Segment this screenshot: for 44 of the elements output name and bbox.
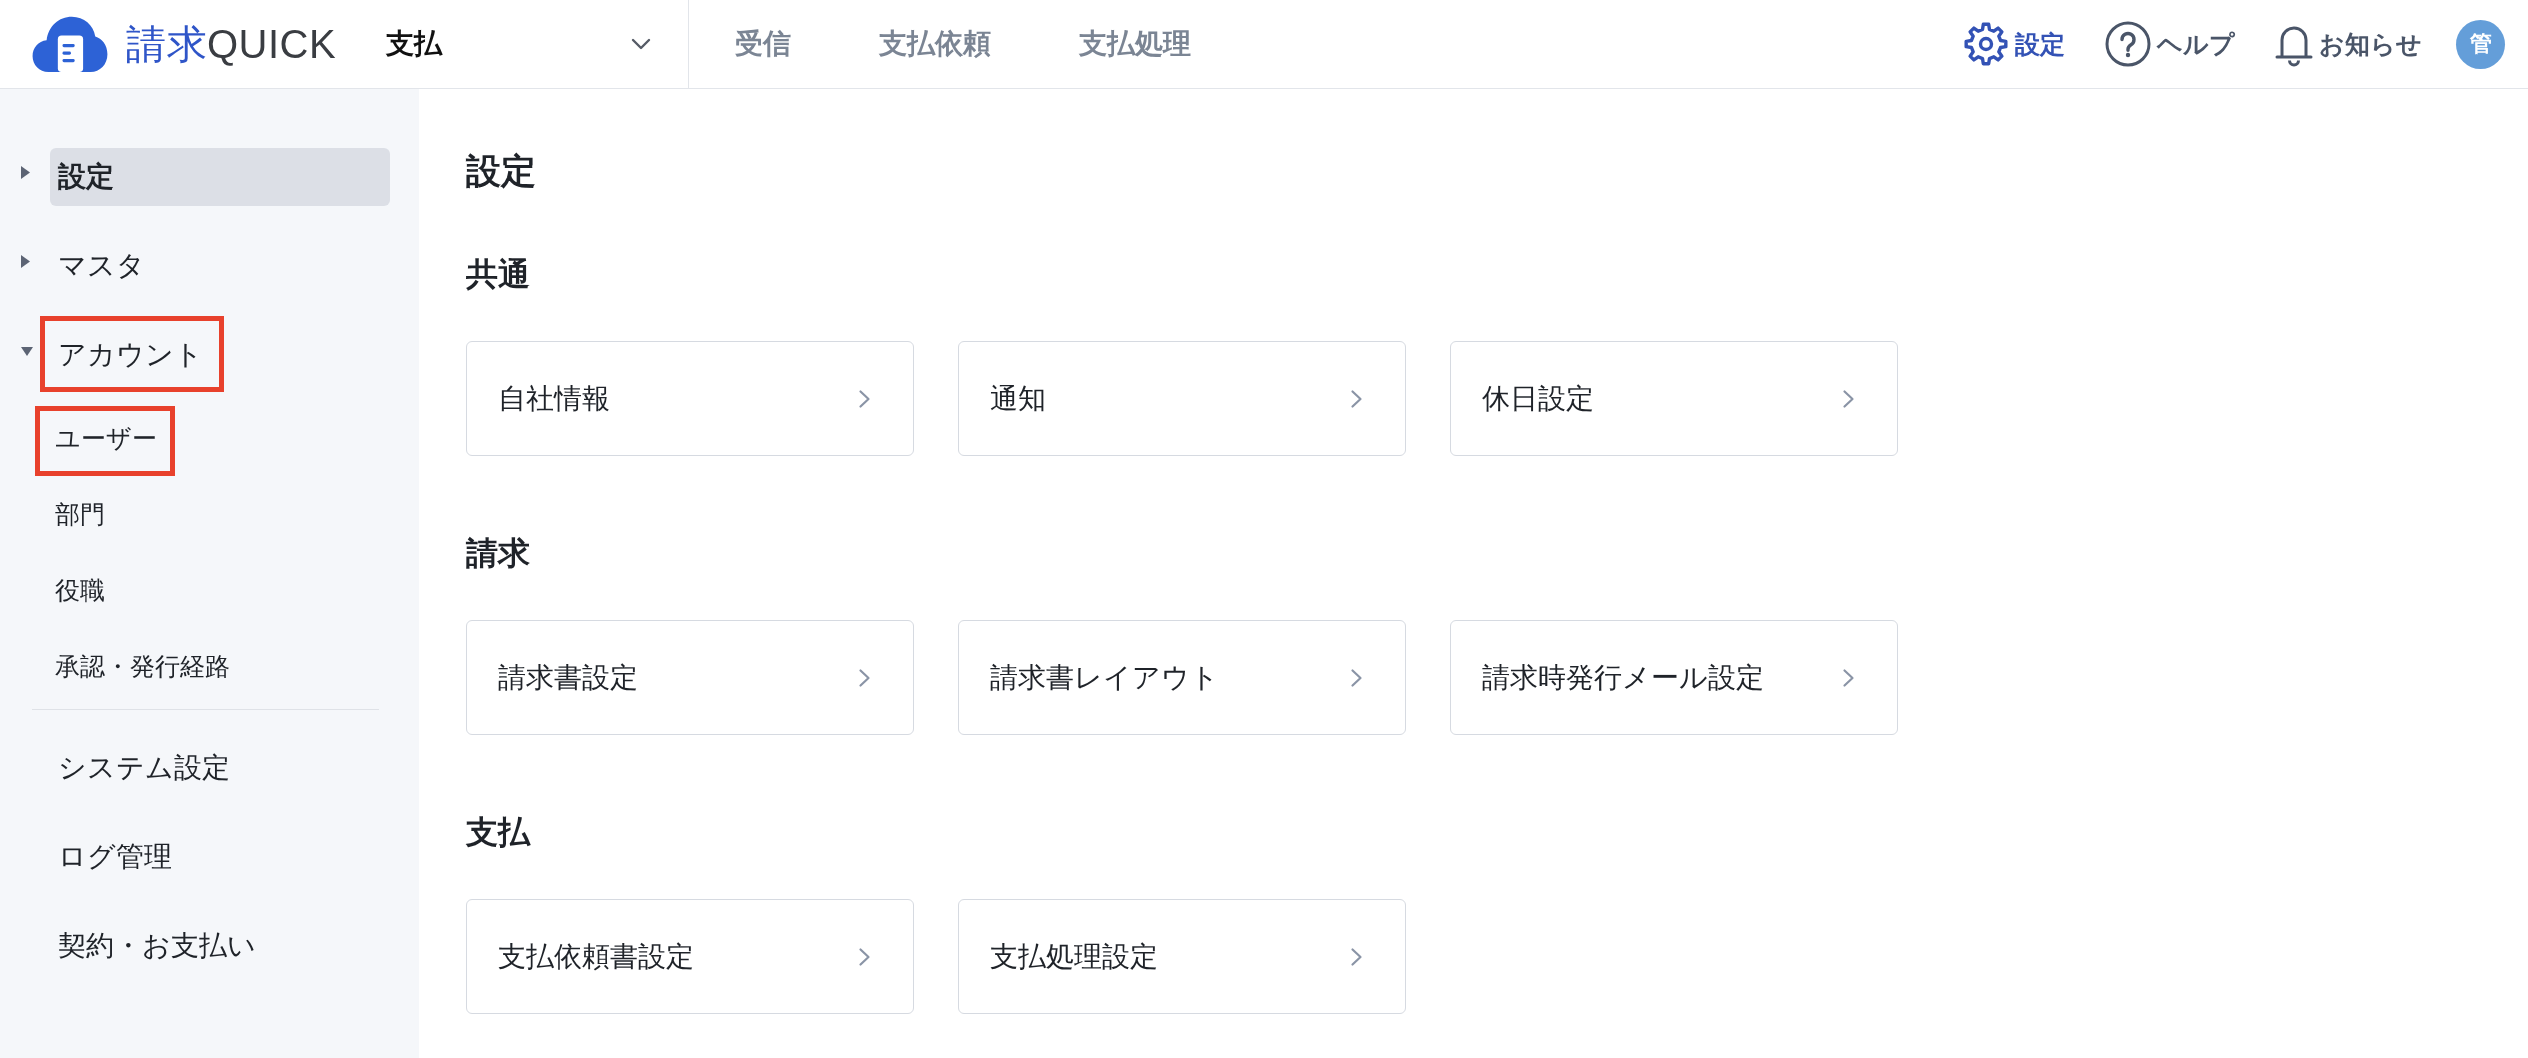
chevron-right-icon: [858, 667, 871, 688]
chevron-right-icon: [858, 388, 871, 409]
nav-tab[interactable]: 受信: [735, 22, 792, 66]
logo-text: 請求QUICK: [126, 21, 337, 68]
chevron-right-icon: [1842, 388, 1855, 409]
nav-tab[interactable]: 支払依頼: [879, 22, 992, 66]
nav-tab[interactable]: 支払処理: [1079, 22, 1192, 66]
notifications-button[interactable]: お知らせ: [2275, 19, 2422, 69]
chevron-right-icon: [1350, 388, 1363, 409]
sidebar-item[interactable]: 設定: [50, 148, 390, 206]
cloud-document-logo-icon: [32, 15, 108, 73]
caret-right-icon[interactable]: [21, 165, 30, 179]
sidebar-subitem[interactable]: 承認・発行経路: [47, 642, 238, 690]
help-button[interactable]: ヘルプ: [2105, 19, 2235, 69]
sidebar-item[interactable]: 契約・お支払い: [50, 917, 264, 975]
section-heading: 共通: [466, 255, 530, 293]
settings-card[interactable]: 支払処理設定: [958, 899, 1406, 1014]
section-heading: 支払: [466, 813, 530, 851]
settings-card[interactable]: 自社情報: [466, 341, 914, 456]
sidebar-subitem[interactable]: 役職: [47, 566, 113, 614]
sidebar-subitem[interactable]: 部門: [47, 490, 113, 538]
sidebar-item[interactable]: マスタ: [50, 237, 153, 295]
sidebar-item[interactable]: システム設定: [50, 739, 238, 797]
sidebar-item[interactable]: ログ管理: [50, 828, 180, 886]
chevron-right-icon: [1350, 946, 1363, 967]
settings-card[interactable]: 請求書設定: [466, 620, 914, 735]
section-heading: 請求: [466, 534, 530, 572]
chevron-right-icon: [1842, 667, 1855, 688]
settings-card[interactable]: 通知: [958, 341, 1406, 456]
settings-card[interactable]: 休日設定: [1450, 341, 1898, 456]
settings-card[interactable]: 請求時発行メール設定: [1450, 620, 1898, 735]
chevron-right-icon: [858, 946, 871, 967]
help-icon: [2105, 21, 2151, 67]
caret-down-icon[interactable]: [21, 346, 33, 356]
module-select[interactable]: 支払: [386, 0, 689, 88]
settings-button[interactable]: 設定: [1963, 19, 2065, 69]
sidebar-subitem[interactable]: ユーザー: [47, 414, 165, 462]
caret-right-icon[interactable]: [21, 254, 30, 268]
settings-card[interactable]: 請求書レイアウト: [958, 620, 1406, 735]
settings-card[interactable]: 支払依頼書設定: [466, 899, 914, 1014]
chevron-right-icon: [1350, 667, 1363, 688]
settings-icon: [1963, 21, 2009, 67]
sidebar-item[interactable]: アカウント: [50, 326, 211, 384]
page-title: 設定: [466, 151, 536, 191]
